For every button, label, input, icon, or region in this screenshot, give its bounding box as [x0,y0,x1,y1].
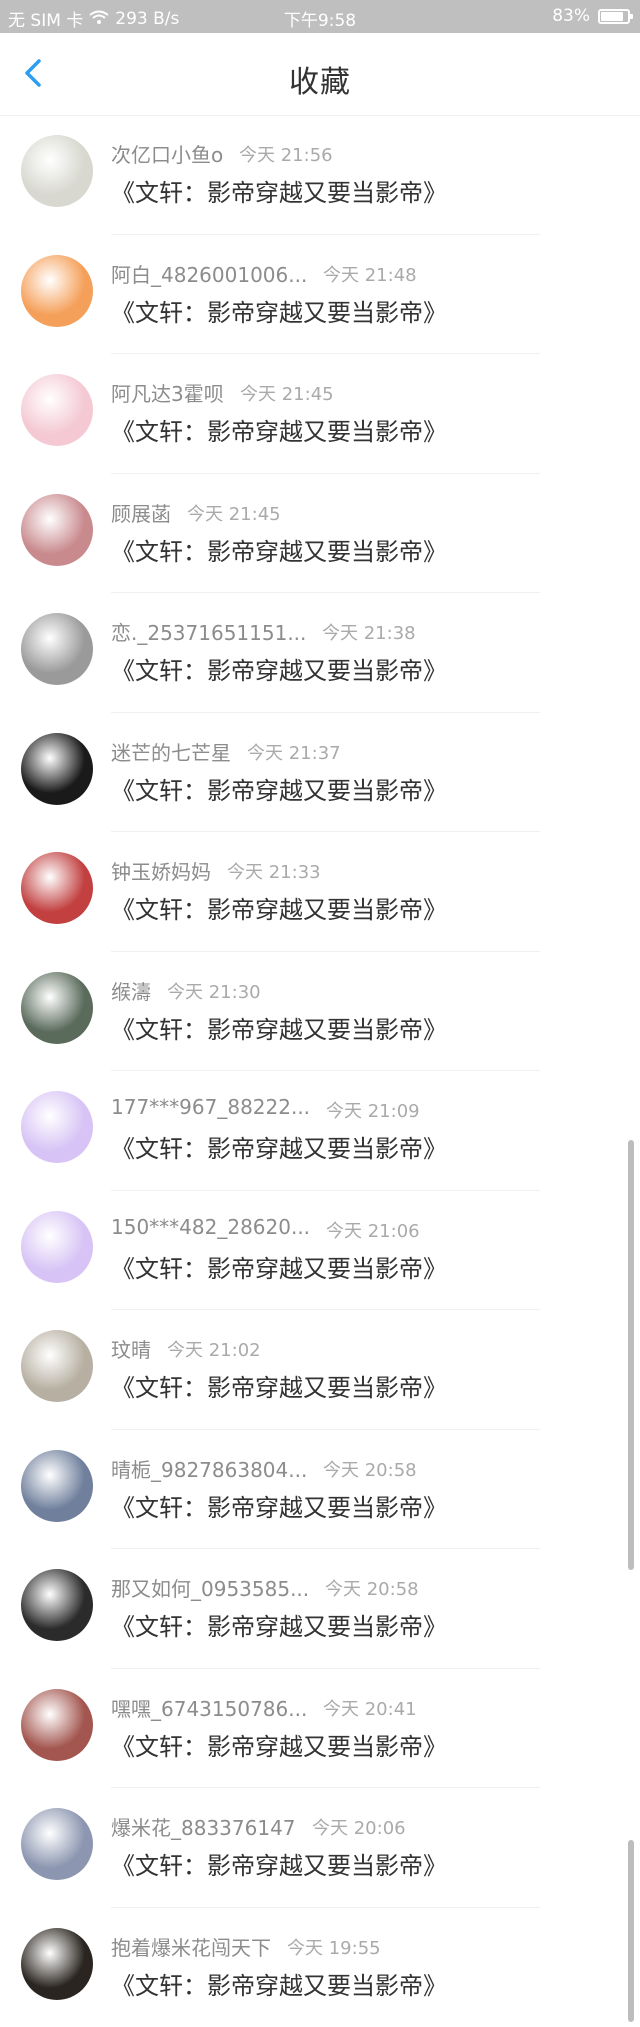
list-item[interactable]: 钟玉娇妈妈今天 21:33 《文轩：影帝穿越又要当影帝》 [0,832,640,952]
timestamp: 今天 21:56 [239,141,333,167]
favorites-list: 次亿口小鱼o 今天 21:56 《文轩：影帝穿越又要当影帝》 阿白_4826001… [0,115,640,2027]
timestamp: 今天 21:48 [323,261,417,287]
page-title: 收藏 [0,57,640,101]
avatar[interactable] [21,852,93,924]
avatar[interactable] [21,494,93,566]
timestamp: 今天 21:45 [187,500,281,526]
user-name: 抱着爆米花闯天下 [111,1932,271,1961]
list-item[interactable]: 那又如何_0953585... 今天 20:58 《文轩：影帝穿越又要当影帝》 [0,1549,640,1669]
user-name: 迷芒的七芒星 [111,737,231,766]
list-item[interactable]: 爆米花_883376147 今天 20:06 《文轩：影帝穿越又要当影帝》 [0,1788,640,1908]
timestamp: 今天 21:45 [240,380,334,406]
list-item[interactable]: 顾展菡今天 21:45 《文轩：影帝穿越又要当影帝》 [0,474,640,594]
timestamp: 今天 19:55 [287,1934,381,1960]
book-title: 《文轩：影帝穿越又要当影帝》 [111,173,447,208]
book-title: 《文轩：影帝穿越又要当影帝》 [111,1249,447,1284]
user-name: 顾展菡 [111,498,171,527]
avatar[interactable] [21,733,93,805]
timestamp: 今天 21:02 [167,1336,261,1362]
list-item[interactable]: 177***967_88222... 今天 21:09 《文轩：影帝穿越又要当影帝… [0,1071,640,1191]
user-name: 150***482_28620... [111,1215,310,1239]
avatar[interactable] [21,1330,93,1402]
list-item[interactable]: 阿凡达3霍呗今天 21:45 《文轩：影帝穿越又要当影帝》 [0,354,640,474]
avatar[interactable] [21,255,93,327]
list-item[interactable]: 迷芒的七芒星今天 21:37 《文轩：影帝穿越又要当影帝》 [0,713,640,833]
avatar[interactable] [21,135,93,207]
battery-percent: 83% [552,6,590,26]
timestamp: 今天 21:30 [167,978,261,1004]
book-title: 《文轩：影帝穿越又要当影帝》 [111,1010,447,1045]
avatar[interactable] [21,972,93,1044]
book-title: 《文轩：影帝穿越又要当影帝》 [111,1129,447,1164]
timestamp: 今天 21:06 [326,1217,420,1243]
avatar[interactable] [21,1928,93,2000]
list-item[interactable]: 次亿口小鱼o 今天 21:56 《文轩：影帝穿越又要当影帝》 [0,115,640,235]
book-title: 《文轩：影帝穿越又要当影帝》 [111,1727,447,1762]
book-title: 《文轩：影帝穿越又要当影帝》 [111,890,447,925]
book-title: 《文轩：影帝穿越又要当影帝》 [111,1488,447,1523]
book-title: 《文轩：影帝穿越又要当影帝》 [111,651,447,686]
timestamp: 今天 20:41 [323,1695,417,1721]
status-bar: 无 SIM 卡 293 B/s 下午9:58 83% [0,0,640,33]
user-name: 嘿嘿_6743150786... [111,1693,307,1722]
list-item[interactable]: 缑濤今天 21:30 《文轩：影帝穿越又要当影帝》 [0,952,640,1072]
user-name: 钟玉娇妈妈 [111,856,211,885]
timestamp: 今天 21:33 [227,858,321,884]
book-title: 《文轩：影帝穿越又要当影帝》 [111,1846,447,1881]
list-item[interactable]: 恋._25371651151... 今天 21:38 《文轩：影帝穿越又要当影帝》 [0,593,640,713]
scrollbar-thumb[interactable] [628,1140,634,1570]
user-name: 阿白_4826001006... [111,259,307,288]
timestamp: 今天 20:58 [323,1456,417,1482]
list-item[interactable]: 抱着爆米花闯天下今天 19:55 《文轩：影帝穿越又要当影帝》 [0,1908,640,2027]
avatar[interactable] [21,1689,93,1761]
book-title: 《文轩：影帝穿越又要当影帝》 [111,532,447,567]
timestamp: 今天 20:58 [325,1575,419,1601]
user-name: 次亿口小鱼o [111,139,223,168]
battery-icon [598,9,630,24]
avatar[interactable] [21,1808,93,1880]
timestamp: 今天 21:09 [326,1097,420,1123]
timestamp: 今天 21:38 [322,619,416,645]
user-name: 爆米花_883376147 [111,1812,296,1841]
user-name: 缑濤 [111,976,151,1005]
book-title: 《文轩：影帝穿越又要当影帝》 [111,1966,447,2001]
book-title: 《文轩：影帝穿越又要当影帝》 [111,293,447,328]
user-name: 恋._25371651151... [111,617,306,646]
user-name: 177***967_88222... [111,1095,310,1119]
list-item[interactable]: 玟晴今天 21:02 《文轩：影帝穿越又要当影帝》 [0,1310,640,1430]
timestamp: 今天 20:06 [312,1814,406,1840]
book-title: 《文轩：影帝穿越又要当影帝》 [111,1368,447,1403]
user-name: 阿凡达3霍呗 [111,378,224,407]
avatar[interactable] [21,1450,93,1522]
list-item[interactable]: 150***482_28620... 今天 21:06 《文轩：影帝穿越又要当影帝… [0,1191,640,1311]
avatar[interactable] [21,613,93,685]
user-name: 晴栀_9827863804... [111,1454,307,1483]
timestamp: 今天 21:37 [247,739,341,765]
user-name: 那又如何_0953585... [111,1573,309,1602]
book-title: 《文轩：影帝穿越又要当影帝》 [111,771,447,806]
avatar[interactable] [21,1091,93,1163]
book-title: 《文轩：影帝穿越又要当影帝》 [111,412,447,447]
list-item[interactable]: 嘿嘿_6743150786... 今天 20:41 《文轩：影帝穿越又要当影帝》 [0,1669,640,1789]
avatar[interactable] [21,374,93,446]
avatar[interactable] [21,1569,93,1641]
clock: 下午9:58 [0,6,640,31]
avatar[interactable] [21,1211,93,1283]
scrollbar-track-segment[interactable] [628,1840,634,2022]
list-item[interactable]: 阿白_4826001006... 今天 21:48 《文轩：影帝穿越又要当影帝》 [0,235,640,355]
user-name: 玟晴 [111,1334,151,1363]
list-item[interactable]: 晴栀_9827863804... 今天 20:58 《文轩：影帝穿越又要当影帝》 [0,1430,640,1550]
nav-header: 收藏 [0,33,640,116]
book-title: 《文轩：影帝穿越又要当影帝》 [111,1607,447,1642]
